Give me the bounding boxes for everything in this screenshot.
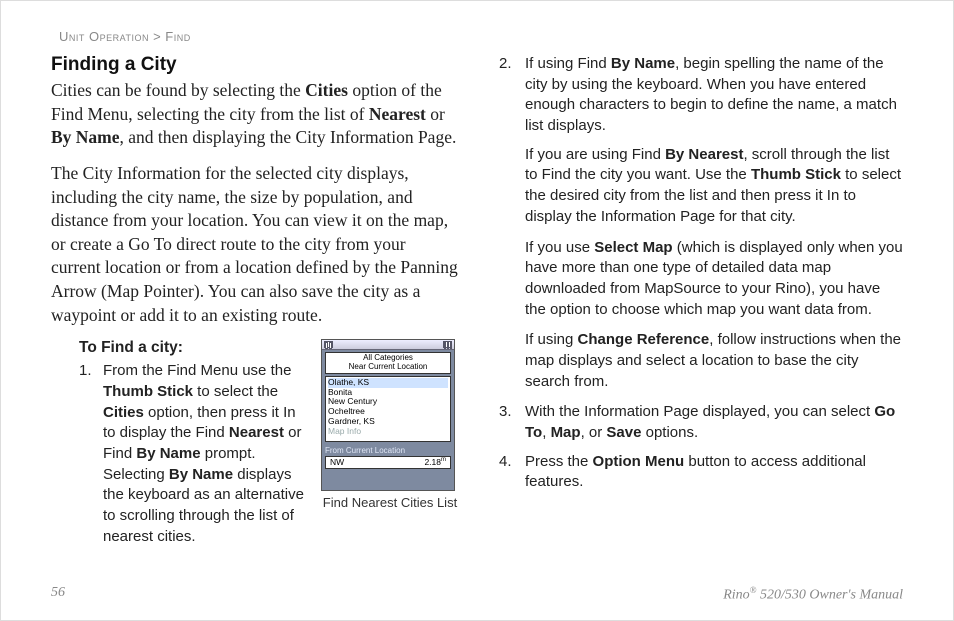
steps-list-right: If using Find By Name, begin spelling th… <box>499 54 903 137</box>
page-footer: 56 Rino® 520/530 Owner's Manual <box>51 585 903 604</box>
page: Unit Operation > Find Finding a City Cit… <box>0 0 954 621</box>
breadcrumb-sep: > <box>153 29 161 44</box>
topbar-right-icons <box>443 341 452 348</box>
section-title: Finding a City <box>51 54 459 76</box>
left-column: Finding a City Cities can be found by se… <box>51 54 459 555</box>
breadcrumb: Unit Operation > Find <box>59 29 903 44</box>
page-number: 56 <box>51 585 65 604</box>
topbar-left-icons <box>324 341 333 348</box>
step-2-sub-a: If you are using Find By Nearest, scroll… <box>525 145 903 228</box>
breadcrumb-sub: Find <box>165 29 190 44</box>
steps-list-left: From the Find Menu use the Thumb Stick t… <box>79 361 459 547</box>
device-topbar <box>322 340 454 350</box>
step-1: From the Find Menu use the Thumb Stick t… <box>79 361 459 547</box>
step-2-sub-b: If you use Select Map (which is displaye… <box>525 238 903 321</box>
content-columns: Finding a City Cities can be found by se… <box>51 54 903 555</box>
step-4: Press the Option Menu button to access a… <box>499 452 903 493</box>
step-3: With the Information Page displayed, you… <box>499 402 903 443</box>
steps-block: All Categories Near Current Location Ola… <box>51 339 459 555</box>
step-2: If using Find By Name, begin spelling th… <box>499 54 903 137</box>
intro-paragraph-2: The City Information for the selected ci… <box>51 162 459 327</box>
manual-title: Rino® 520/530 Owner's Manual <box>723 585 903 604</box>
steps-list-right-cont: With the Information Page displayed, you… <box>499 402 903 493</box>
step-2-sub-c: If using Change Reference, follow instru… <box>525 330 903 392</box>
right-column: If using Find By Name, begin spelling th… <box>493 54 903 555</box>
breadcrumb-section: Unit Operation <box>59 29 149 44</box>
intro-paragraph-1: Cities can be found by selecting the Cit… <box>51 79 459 150</box>
